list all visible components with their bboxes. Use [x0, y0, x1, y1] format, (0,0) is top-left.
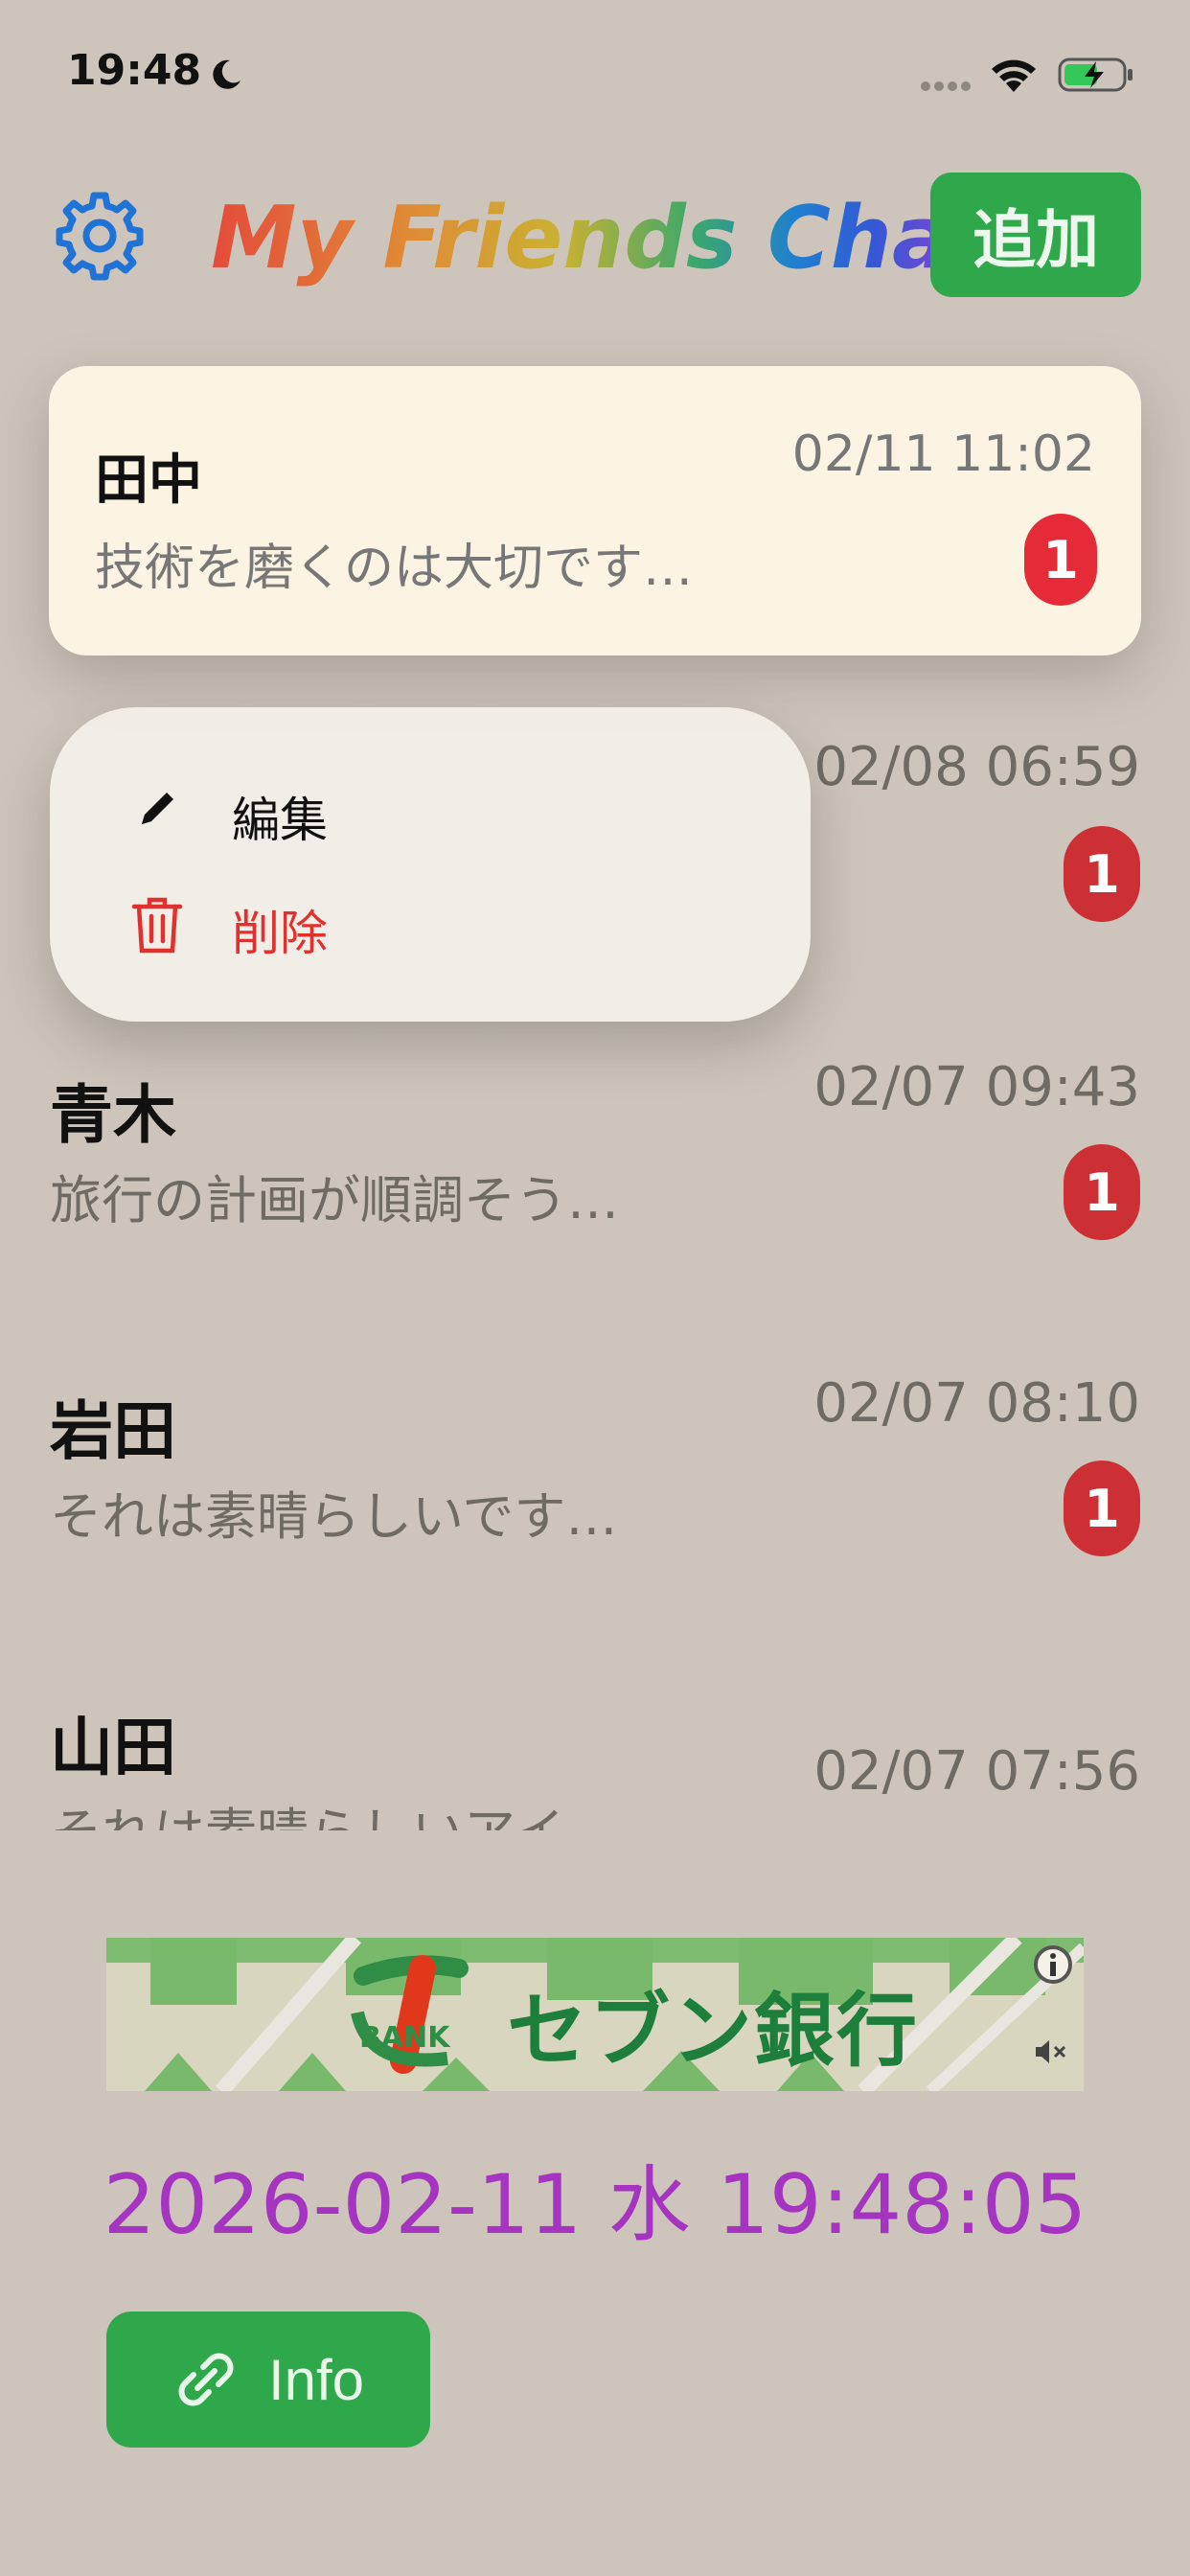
moon-icon [213, 59, 240, 89]
app-title: My Friends Chat [211, 188, 992, 288]
row-name: 山田 [50, 1711, 176, 1784]
unread-badge: 1 [1064, 1460, 1140, 1556]
row-time: 02/07 07:56 [813, 1740, 1140, 1803]
card-message: 技術を磨くのは大切です… [95, 540, 694, 597]
info-label: Info [267, 2347, 365, 2412]
list-item[interactable]: 山田 02/07 07:56 それは素晴らしいアイ… [0, 1677, 1190, 1830]
wifi-icon [992, 59, 1036, 92]
row-message: 旅行の計画が順調そう… [50, 1170, 619, 1230]
status-time: 19:48 [67, 46, 202, 95]
ad-banner[interactable]: BANK セブン銀行 [106, 1938, 1084, 2091]
row-time: 02/07 09:43 [813, 1056, 1140, 1118]
svg-text:BANK: BANK [359, 2021, 451, 2055]
row-time: 02/07 08:10 [813, 1372, 1140, 1435]
seven-bank-logo: BANK [351, 1955, 469, 2074]
list-item[interactable]: 岩田 02/07 08:10 それは素晴らしいです… 1 [0, 1361, 1190, 1591]
unread-badge: 1 [1024, 514, 1097, 606]
link-icon [178, 2353, 234, 2406]
edit-menu-item[interactable]: 編集 [50, 765, 811, 870]
unread-badge: 1 [1064, 826, 1140, 922]
row-name: 青木 [50, 1078, 176, 1152]
highlighted-chat-card[interactable]: 田中 02/11 11:02 技術を磨くのは大切です… 1 [49, 366, 1141, 656]
add-button[interactable]: 追加 [930, 172, 1141, 297]
list-item[interactable]: 青木 02/07 09:43 旅行の計画が順調そう… 1 [0, 1045, 1190, 1275]
context-menu: 編集 削除 [50, 707, 811, 1022]
mute-icon[interactable] [1032, 2037, 1070, 2066]
row-name: 岩田 [50, 1394, 176, 1468]
card-name: 田中 [95, 449, 202, 512]
row-time: 02/08 06:59 [813, 736, 1140, 798]
row-message: それは素晴らしいです… [50, 1486, 618, 1547]
row-message: それは素晴らしいアイ… [50, 1790, 616, 1830]
delete-menu-item[interactable]: 削除 [50, 895, 811, 1000]
trash-icon [131, 897, 183, 954]
card-time: 02/11 11:02 [791, 426, 1095, 483]
info-button[interactable]: Info [106, 2312, 430, 2448]
battery-charging-icon [1058, 58, 1133, 92]
pencil-icon [142, 793, 173, 824]
cellular-signal-icon [921, 81, 971, 91]
clock-text: 2026-02-11 水 19:48:05 [103, 2157, 1087, 2253]
ad-info-icon[interactable] [1032, 1944, 1074, 1986]
edit-label: 編集 [232, 793, 328, 848]
gear-icon[interactable] [54, 190, 146, 282]
unread-badge: 1 [1064, 1144, 1140, 1240]
delete-label: 削除 [232, 906, 328, 961]
ad-brand-text: セブン銀行 [507, 1984, 920, 2078]
